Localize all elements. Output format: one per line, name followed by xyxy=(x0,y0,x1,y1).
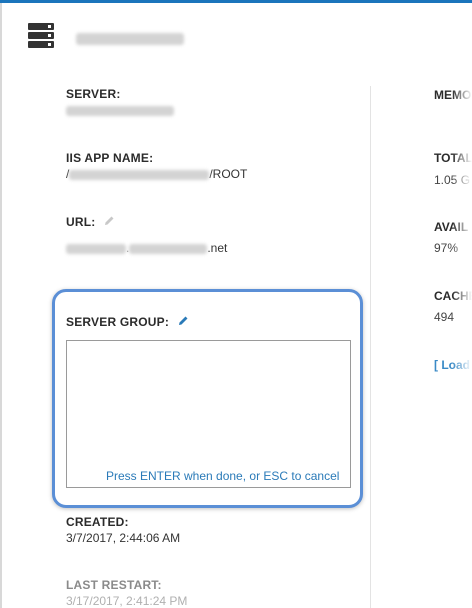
last-restart-value: 3/17/2017, 2:41:24 PM xyxy=(66,594,188,608)
iis-app-name-label: IIS APP NAME: xyxy=(66,151,154,165)
right-fade xyxy=(452,80,472,380)
iis-suffix: /ROOT xyxy=(209,167,248,181)
url-suffix: .net xyxy=(207,241,228,255)
url-value: . .net xyxy=(66,241,227,255)
server-label: SERVER: xyxy=(66,87,121,101)
server-stack-icon xyxy=(28,23,54,49)
created-label: CREATED: xyxy=(66,515,129,529)
panel-edge xyxy=(0,3,2,608)
server-name-redacted xyxy=(76,33,184,45)
created-value: 3/7/2017, 2:44:06 AM xyxy=(66,531,181,545)
pencil-icon[interactable] xyxy=(177,315,189,327)
server-value xyxy=(66,103,174,117)
iis-app-name-value: //ROOT xyxy=(66,167,247,181)
top-accent-bar xyxy=(0,0,472,3)
column-divider xyxy=(370,86,371,608)
url-label: URL: xyxy=(66,215,115,229)
last-restart-label: LAST RESTART: xyxy=(66,578,162,592)
server-group-label: SERVER GROUP: xyxy=(66,315,189,329)
edit-hint: Press ENTER when done, or ESC to cancel xyxy=(106,469,340,483)
pencil-icon[interactable] xyxy=(103,215,115,227)
server-group-textarea[interactable] xyxy=(66,340,351,488)
